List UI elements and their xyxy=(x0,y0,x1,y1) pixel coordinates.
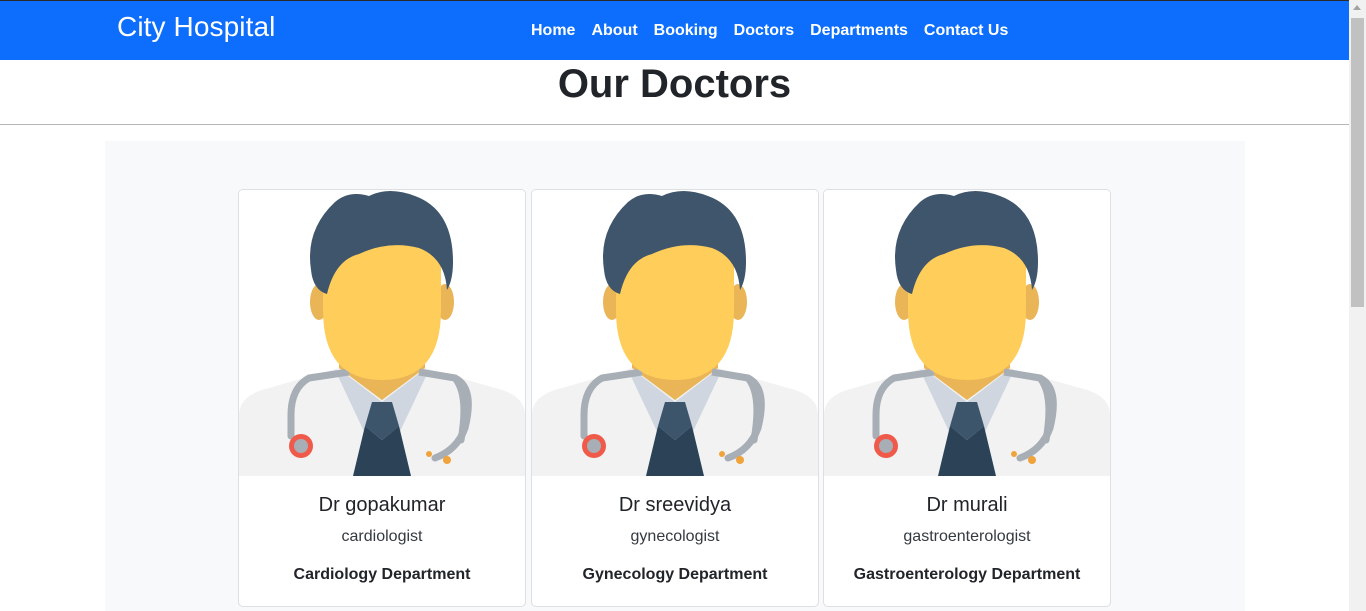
nav-link-departments[interactable]: Departments xyxy=(810,22,908,40)
doctor-department: Cardiology Department xyxy=(293,566,471,583)
doctor-avatar-icon xyxy=(824,190,1110,476)
doctor-specialty: gynecologist xyxy=(630,528,720,545)
nav-link-doctors[interactable]: Doctors xyxy=(734,22,794,40)
doctor-department: Gastroenterology Department xyxy=(853,566,1081,583)
doctor-name: Dr sreevidya xyxy=(618,494,732,516)
nav-links: Home About Booking Doctors Departments C… xyxy=(531,22,1024,40)
doctor-name: Dr murali xyxy=(926,494,1008,516)
navbar: City Hospital Home About Booking Doctors… xyxy=(0,1,1349,60)
doctor-specialty: cardiologist xyxy=(341,528,423,545)
doctor-specialty: gastroenterologist xyxy=(903,528,1031,545)
doctor-avatar-icon xyxy=(532,190,818,476)
doctor-avatar-icon xyxy=(239,190,525,476)
doctor-card: Dr murali gastroenterologist Gastroenter… xyxy=(823,189,1111,607)
doctors-section: Dr gopakumar cardiologist Cardiology Dep… xyxy=(105,141,1245,611)
nav-link-booking[interactable]: Booking xyxy=(654,22,718,40)
doctor-card: Dr sreevidya gynecologist Gynecology Dep… xyxy=(531,189,819,607)
doctor-name: Dr gopakumar xyxy=(318,494,446,516)
title-divider xyxy=(0,124,1349,125)
doctor-card: Dr gopakumar cardiologist Cardiology Dep… xyxy=(238,189,526,607)
doctor-department: Gynecology Department xyxy=(582,566,768,583)
vertical-scrollbar[interactable] xyxy=(1349,0,1366,611)
nav-link-contact-us[interactable]: Contact Us xyxy=(924,22,1008,40)
nav-link-about[interactable]: About xyxy=(591,22,637,40)
page-title: Our Doctors xyxy=(557,62,792,106)
nav-link-home[interactable]: Home xyxy=(531,22,575,40)
brand-link[interactable]: City Hospital xyxy=(117,11,275,43)
scrollbar-thumb[interactable] xyxy=(1351,18,1364,307)
scroll-up-arrow-icon[interactable] xyxy=(1353,5,1361,10)
